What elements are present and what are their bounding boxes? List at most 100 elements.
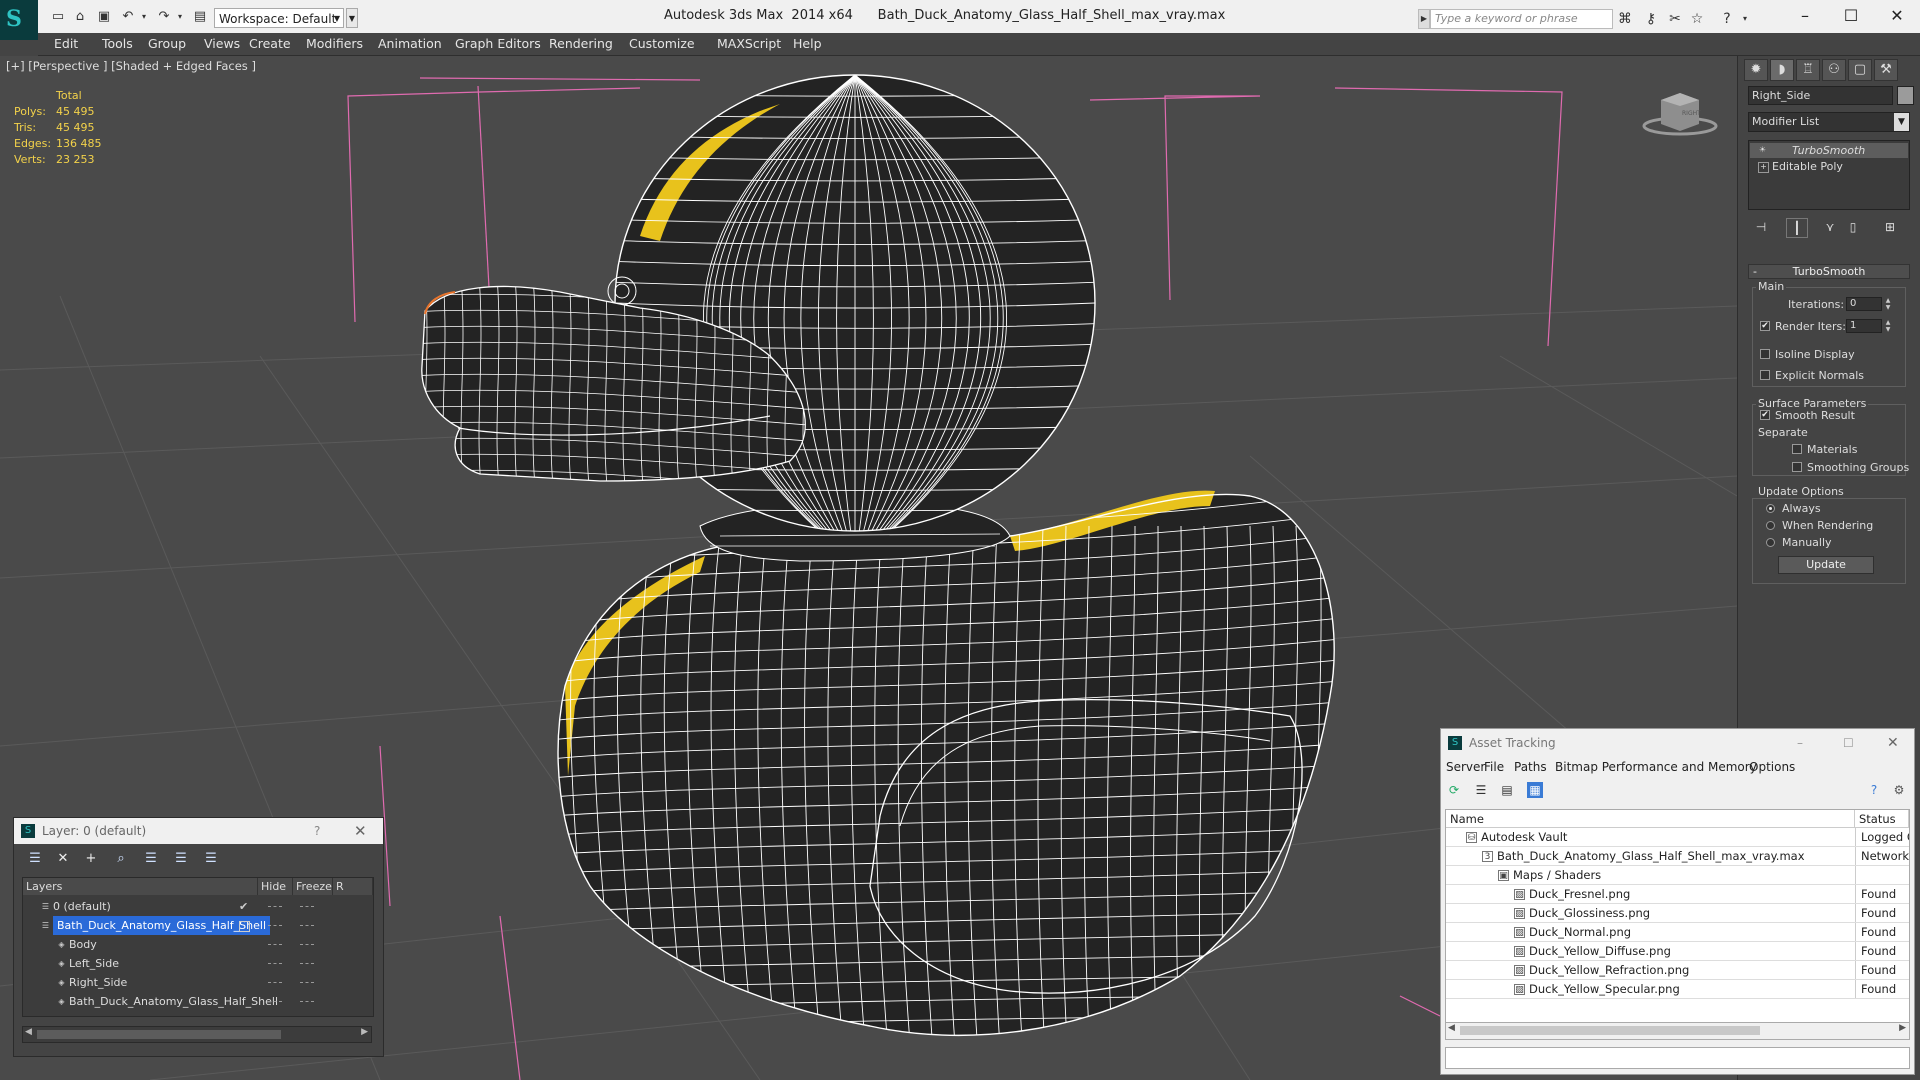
menu-item-help[interactable]: Help: [793, 36, 822, 51]
horizontal-scrollbar[interactable]: ◀ ▶: [22, 1026, 372, 1043]
tools-icon[interactable]: ✂: [1666, 10, 1684, 28]
column-header-name[interactable]: Name: [1446, 810, 1855, 828]
maximize-button[interactable]: ☐: [1828, 0, 1874, 33]
column-header-render[interactable]: R: [333, 878, 373, 895]
settings-icon[interactable]: ⚙: [1891, 782, 1907, 798]
menu-item-create[interactable]: Create: [249, 36, 291, 51]
list-view-icon[interactable]: ☰: [1473, 782, 1489, 798]
asset-row[interactable]: 3 Bath_Duck_Anatomy_Glass_Half_Shell_max_…: [1446, 847, 1909, 866]
menu-item-customize[interactable]: Customize: [629, 36, 695, 51]
scroll-right-icon[interactable]: ▶: [1899, 1023, 1906, 1033]
asset-menu-bitmap-performance-and-memory[interactable]: Bitmap Performance and Memory: [1555, 760, 1757, 774]
viewcube-icon[interactable]: RIGHT: [1642, 93, 1718, 136]
render-iters-checkbox[interactable]: ✔: [1760, 321, 1770, 331]
smoothing-groups-checkbox[interactable]: [1792, 462, 1802, 472]
hide-toggle[interactable]: [268, 906, 282, 908]
asset-path-field[interactable]: [1445, 1047, 1910, 1069]
table-view-icon[interactable]: ▦: [1527, 782, 1543, 798]
highlight-layer-icon[interactable]: ☰: [202, 851, 220, 867]
layer-row[interactable]: ☰ 0 (default) ✔: [23, 897, 373, 916]
layer-row[interactable]: ◈ Bath_Duck_Anatomy_Glass_Half_Shell: [23, 992, 373, 1011]
undo-icon[interactable]: ↶: [120, 9, 136, 25]
menu-item-edit[interactable]: Edit: [54, 36, 78, 51]
freeze-toggle[interactable]: [300, 925, 314, 927]
object-name-field[interactable]: Right_Side: [1748, 86, 1893, 105]
turbosmooth-rollout-header[interactable]: - TurboSmooth: [1748, 264, 1910, 279]
menu-item-animation[interactable]: Animation: [378, 36, 442, 51]
when-rendering-radio[interactable]: [1766, 521, 1775, 530]
materials-checkbox[interactable]: [1792, 444, 1802, 454]
asset-row[interactable]: ▨ Duck_Yellow_Refraction.png Found: [1446, 961, 1909, 980]
smooth-result-checkbox[interactable]: ✔: [1760, 410, 1770, 420]
viewport-label[interactable]: [+] [Perspective ] [Shaded + Edged Faces…: [6, 59, 256, 73]
asset-menu-options[interactable]: Options: [1749, 760, 1795, 774]
remove-modifier-icon[interactable]: ▯: [1843, 218, 1863, 236]
asset-menu-file[interactable]: File: [1484, 760, 1504, 774]
update-button[interactable]: Update: [1778, 556, 1874, 574]
spinner-arrows-icon[interactable]: ▲ ▼: [1884, 297, 1892, 311]
menu-item-graph-editors[interactable]: Graph Editors: [455, 36, 541, 51]
set-current-layer-icon[interactable]: [239, 921, 250, 932]
layer-row[interactable]: ◈ Body: [23, 935, 373, 954]
detail-view-icon[interactable]: ▤: [1499, 782, 1515, 798]
hide-toggle[interactable]: [268, 944, 282, 946]
menu-item-rendering[interactable]: Rendering: [549, 36, 613, 51]
close-button[interactable]: ✕: [1874, 0, 1920, 33]
stack-item-turbosmooth[interactable]: ☀ TurboSmooth: [1750, 143, 1908, 158]
minimize-button[interactable]: –: [1782, 0, 1828, 33]
menu-item-group[interactable]: Group: [148, 36, 186, 51]
search-input[interactable]: Type a keyword or phrase: [1430, 9, 1613, 29]
freeze-toggle[interactable]: [300, 1001, 314, 1003]
layer-explorer-titlebar[interactable]: S Layer: 0 (default) ? ✕: [14, 818, 383, 844]
hierarchy-tab-icon[interactable]: ♖: [1796, 59, 1820, 81]
open-file-icon[interactable]: ⌂: [72, 9, 88, 25]
column-header-layers[interactable]: Layers: [23, 878, 258, 895]
freeze-toggle[interactable]: [300, 982, 314, 984]
help-icon[interactable]: ?: [1866, 782, 1882, 798]
workspace-dropdown[interactable]: Workspace: Default ▼: [214, 8, 344, 28]
layer-row[interactable]: ◈ Left_Side: [23, 954, 373, 973]
app-logo-button[interactable]: S: [0, 0, 38, 40]
asset-menu-server[interactable]: Server: [1446, 760, 1485, 774]
delete-icon[interactable]: ✕: [54, 851, 72, 867]
favorites-star-icon[interactable]: ☆: [1688, 10, 1706, 28]
column-header-hide[interactable]: Hide: [258, 878, 293, 895]
asset-row[interactable]: ▨ Duck_Yellow_Diffuse.png Found: [1446, 942, 1909, 961]
lightbulb-icon[interactable]: ☀: [1758, 146, 1767, 155]
asset-row[interactable]: ▨ Duck_Normal.png Found: [1446, 923, 1909, 942]
menu-item-maxscript[interactable]: MAXScript: [717, 36, 781, 51]
column-header-status[interactable]: Status: [1855, 810, 1909, 828]
asset-row[interactable]: ⛁ Autodesk Vault Logged Out: [1446, 828, 1909, 847]
menu-item-modifiers[interactable]: Modifiers: [306, 36, 363, 51]
make-unique-icon[interactable]: ⋎: [1820, 218, 1840, 236]
motion-tab-icon[interactable]: ⚇: [1822, 59, 1846, 81]
new-layer-icon[interactable]: ☰: [142, 851, 160, 867]
add-icon[interactable]: +: [82, 851, 100, 867]
isoline-display-checkbox[interactable]: [1760, 349, 1770, 359]
new-file-icon[interactable]: ▭: [50, 9, 66, 25]
pin-stack-icon[interactable]: ⊣: [1751, 218, 1771, 236]
help-icon[interactable]: ?: [1718, 10, 1736, 28]
freeze-toggle[interactable]: [300, 906, 314, 908]
create-tab-icon[interactable]: ✹: [1744, 59, 1768, 81]
show-end-result-icon[interactable]: ┃: [1786, 218, 1808, 238]
undo-dropdown-icon[interactable]: ▾: [136, 9, 152, 25]
scroll-right-icon[interactable]: ▶: [361, 1027, 368, 1037]
asset-row[interactable]: ▨ Duck_Fresnel.png Found: [1446, 885, 1909, 904]
stack-item-editable-poly[interactable]: + Editable Poly: [1750, 159, 1908, 174]
scroll-left-icon[interactable]: ◀: [1448, 1023, 1455, 1033]
search-expand-icon[interactable]: ▶: [1418, 9, 1430, 29]
help-button[interactable]: ?: [314, 818, 320, 844]
project-folder-icon[interactable]: ▤: [192, 9, 208, 25]
spinner-arrows-icon[interactable]: ▲ ▼: [1884, 319, 1892, 333]
freeze-toggle[interactable]: [300, 963, 314, 965]
key-icon[interactable]: ⚷: [1642, 10, 1660, 28]
horizontal-scrollbar[interactable]: ◀ ▶: [1445, 1023, 1910, 1040]
close-button[interactable]: ✕: [1887, 729, 1899, 757]
layer-options-icon[interactable]: ☰: [26, 851, 44, 867]
save-file-icon[interactable]: ▣: [96, 9, 112, 25]
always-radio[interactable]: [1766, 504, 1775, 513]
redo-icon[interactable]: ↷: [156, 9, 172, 25]
manually-radio[interactable]: [1766, 538, 1775, 547]
minimize-button[interactable]: –: [1797, 729, 1803, 757]
